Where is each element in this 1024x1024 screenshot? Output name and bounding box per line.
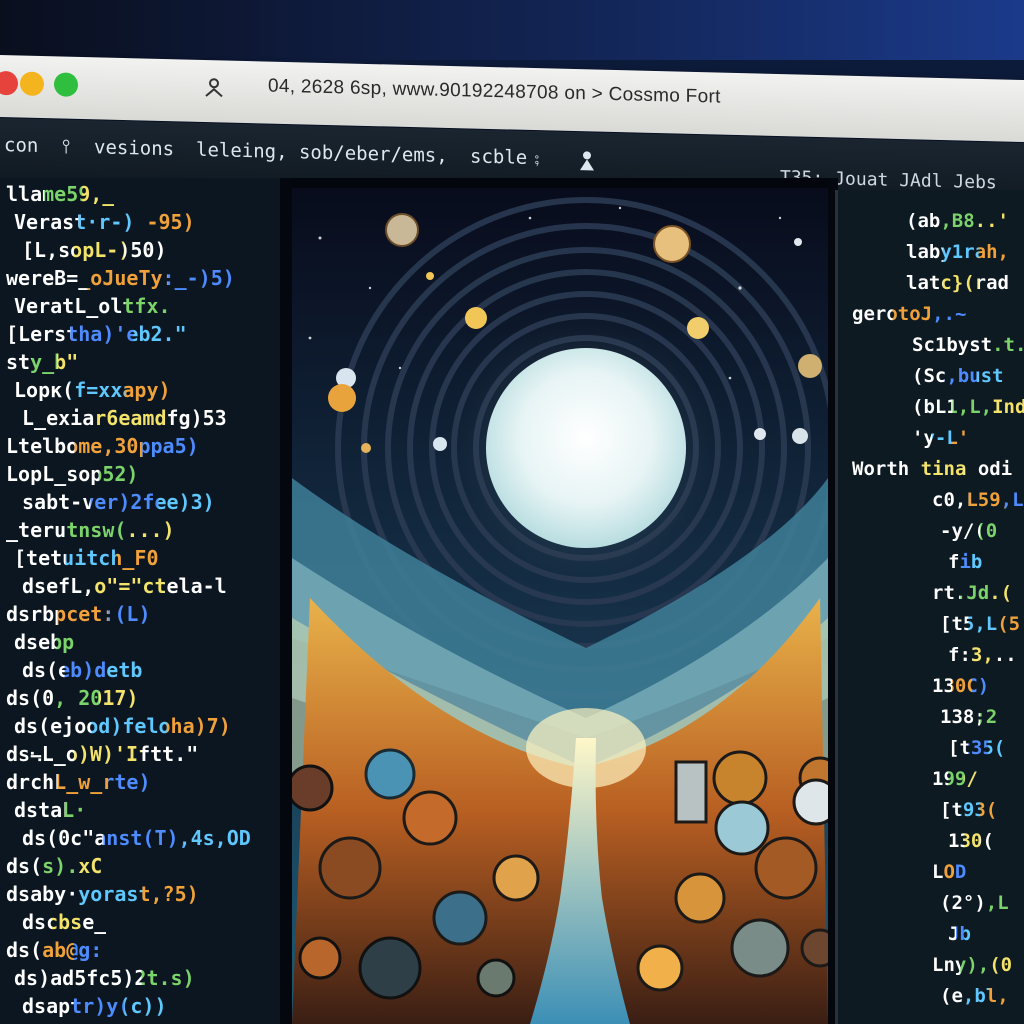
code-line: LopL_sop52) — [6, 462, 139, 486]
code-line: (e,bl, — [940, 985, 1009, 1007]
cosmic-artwork-image — [280, 178, 838, 1024]
code-line: Worth tina odi — [852, 458, 1013, 480]
code-line: llame59,_ — [6, 182, 115, 206]
code-line: dsebp — [14, 630, 75, 654]
code-line: Ltelbome,30ppa5) — [6, 434, 199, 458]
code-line: sty_b" — [6, 350, 79, 374]
user-icon — [205, 78, 223, 98]
browser-window: 04, 2628 6sp, www.90192248708 on > Cossm… — [0, 0, 1024, 1024]
code-line: dscbse_ — [22, 910, 107, 934]
toolbar-item-versions[interactable]: vesions — [94, 136, 174, 160]
code-line: rt.Jd.( — [932, 582, 1013, 604]
code-line: [L,sopL-)50) — [22, 238, 167, 262]
code-line: ds(eb)detb — [22, 658, 143, 682]
code-line: LOD — [932, 861, 967, 883]
code-line: Lopκ(f=xxapy) — [14, 378, 171, 402]
code-line: dsefL,o"="ctela-l — [22, 574, 227, 598]
code-line: ds(s).xC — [6, 854, 103, 878]
code-line: (ab,B8..' — [906, 210, 1009, 232]
code-line: Lny),(0 — [932, 954, 1013, 976]
code-line: Jb — [948, 923, 971, 945]
code-line: gerotoJ,.~ — [852, 303, 967, 325]
code-line: drchL_w_rte) — [6, 770, 151, 794]
window-title: 04, 2628 6sp, www.90192248708 on > Cossm… — [268, 75, 721, 108]
code-line: (2°),L — [940, 892, 1009, 914]
code-line: c0,L59,LD — [932, 489, 1024, 511]
toolbar-item-arrow[interactable]: ⨟ — [534, 147, 540, 169]
code-line: ds(ab@g: — [6, 938, 103, 962]
artwork-preview — [280, 178, 838, 1024]
code-line: latc}(rad — [906, 272, 1009, 294]
code-line: f:3,.. — [948, 644, 1017, 666]
code-line: Sc1byst.t. — [912, 334, 1024, 356]
code-editor-left[interactable]: llame59,_ Verast·r-) -95) [L,sopL-)50) were… — [0, 178, 285, 1024]
code-line: sabt-ver)2fee)3) — [22, 490, 215, 514]
code-line: laby1rah, — [906, 241, 1009, 263]
toolbar-item-path[interactable]: leleing, sob/eber/ems, — [196, 139, 448, 167]
code-line: dsaptr)y(c)) — [22, 994, 167, 1018]
code-line: [tetuitch_F0 — [14, 546, 159, 570]
code-line: [Lerstha)'eb2." — [6, 322, 187, 346]
code-line: [t5,L(5 — [940, 613, 1021, 635]
toolbar-item-split[interactable]: ⫯ — [62, 136, 70, 158]
code-line: (Sc,bust — [912, 365, 1004, 387]
code-line: 130( — [948, 830, 994, 852]
code-line: VeratL_oltfx. — [14, 294, 171, 318]
code-line: 138;2 — [940, 706, 998, 728]
code-line: dstaL· — [14, 798, 87, 822]
toolbar-item-con[interactable]: con — [4, 134, 38, 157]
code-line: ds⨫L_o)W)'Iftt." — [6, 742, 199, 766]
code-line: ds)ad5fc5)2t.s) — [14, 966, 195, 990]
code-line: -y/(0 — [940, 520, 998, 542]
person-icon[interactable] — [578, 150, 596, 172]
code-line: 130C) — [932, 675, 990, 697]
close-window-button[interactable] — [0, 70, 18, 96]
code-line: wereB=_oJueTy:_-)5) — [6, 266, 235, 290]
code-line: ds(0, 2017) — [6, 686, 139, 710]
code-line: ds(0c"anst(T),4s,OD — [22, 826, 251, 850]
code-line: ds(ejood)feloha)7) — [14, 714, 231, 738]
code-line: (bL1,L,Ind — [912, 396, 1024, 418]
code-line: 199/ — [932, 768, 978, 790]
code-editor-right[interactable]: (ab,B8..' laby1rah, latc}(rad gerotoJ,.~ Sc1… — [835, 190, 1024, 1024]
code-line: fib — [948, 551, 983, 573]
code-line: _terutnsw(...) — [6, 518, 175, 542]
code-line: 'y-L' — [912, 427, 970, 449]
minimize-window-button[interactable] — [20, 71, 44, 97]
maximize-window-button[interactable] — [54, 72, 78, 97]
code-line: dsrbpcet:(L) — [6, 602, 151, 626]
code-line: [t93( — [940, 799, 998, 821]
code-line: [t35( — [948, 737, 1006, 759]
code-line: L_exiar6eamdfg)53 — [22, 406, 227, 430]
code-line: dsaby·yorast,?5) — [6, 882, 199, 906]
toolbar-item-scble[interactable]: scble — [470, 145, 527, 168]
code-line: Verast·r-) -95) — [14, 210, 195, 234]
